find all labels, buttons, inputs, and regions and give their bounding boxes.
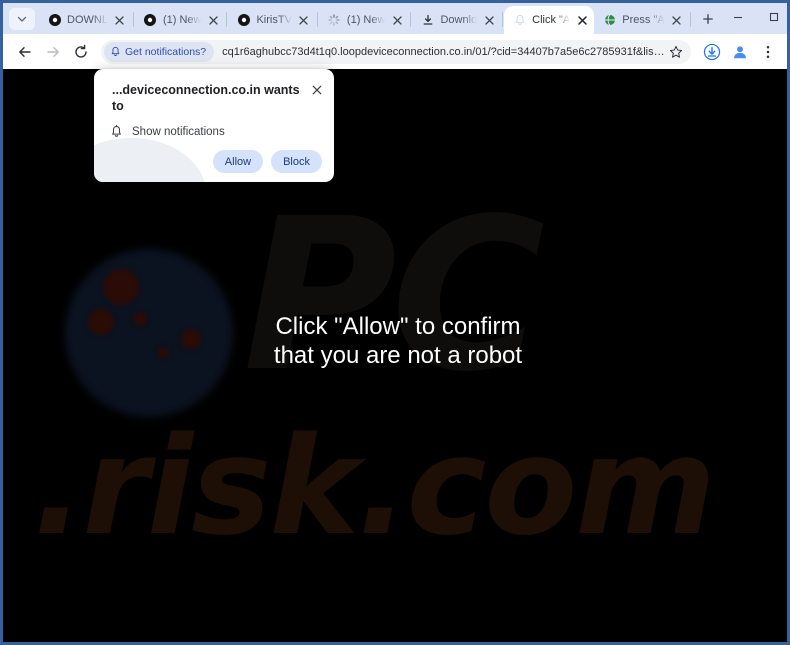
dialog-title: ...deviceconnection.co.in wants to — [112, 83, 300, 113]
three-dots-vertical-icon — [766, 45, 770, 58]
tab-separator — [226, 12, 228, 27]
close-icon — [578, 15, 587, 25]
bell-icon — [112, 125, 121, 137]
chevron-down-icon — [17, 16, 27, 22]
tab-list: DOWNL (1) New KirisTV (1) New Downlo Cli… — [39, 3, 720, 34]
get-notifications-chip[interactable]: Get notifications? — [104, 41, 215, 62]
tab-title: Downlo — [440, 13, 478, 26]
avatar-icon — [734, 45, 746, 58]
arrow-left-icon — [19, 46, 31, 57]
star-icon — [669, 45, 683, 58]
url-text[interactable]: cq1r6aghubcc73d4t1q0.loopdeviceconnectio… — [222, 46, 665, 58]
tab-close-button[interactable] — [205, 12, 221, 28]
forward-button[interactable] — [39, 38, 67, 66]
tab-item[interactable]: (1) New — [135, 6, 226, 34]
video-play-icon — [144, 14, 157, 27]
tab-close-button[interactable] — [669, 12, 685, 28]
tab-separator — [410, 12, 412, 27]
tab-close-button[interactable] — [574, 12, 590, 28]
tab-item-active[interactable]: Click "A — [504, 6, 595, 34]
close-icon — [672, 15, 681, 25]
tab-item[interactable]: Downlo — [412, 6, 501, 34]
tab-separator — [316, 12, 318, 27]
headline-line-1: Click "Allow" to confirm — [275, 313, 521, 340]
back-button[interactable] — [11, 38, 39, 66]
tab-separator — [132, 12, 134, 27]
tab-item[interactable]: DOWNL — [39, 6, 132, 34]
maximize-icon — [769, 12, 778, 22]
bell-icon — [111, 46, 120, 56]
tab-item[interactable]: (1) New — [319, 6, 410, 34]
new-tab-button[interactable] — [696, 7, 720, 31]
minimize-button[interactable] — [720, 3, 756, 31]
arrow-right-icon — [47, 46, 59, 57]
decorative-dot — [103, 269, 139, 305]
browser-menu-button[interactable] — [755, 39, 781, 65]
tab-close-button[interactable] — [481, 12, 497, 28]
notification-permission-dialog: ...deviceconnection.co.in wants to Show … — [94, 69, 334, 182]
close-icon — [312, 85, 322, 95]
close-icon — [115, 15, 125, 25]
bell-icon — [513, 14, 526, 27]
browser-window: DOWNL (1) New KirisTV (1) New Downlo Cli… — [0, 0, 790, 645]
tab-title: KirisTV — [256, 13, 292, 26]
tab-item[interactable]: KirisTV — [228, 6, 315, 34]
permission-row: Show notifications — [94, 114, 334, 138]
tab-close-button[interactable] — [112, 12, 128, 28]
video-play-icon — [237, 14, 250, 27]
address-bar[interactable]: Get notifications? cq1r6aghubcc73d4t1q0.… — [101, 39, 691, 64]
close-icon — [299, 15, 309, 25]
block-button[interactable]: Block — [271, 150, 322, 173]
close-icon — [209, 15, 218, 25]
loading-spinner-icon — [328, 14, 341, 27]
tab-search-button[interactable] — [9, 8, 35, 30]
maximize-button[interactable] — [756, 3, 787, 31]
permission-label: Show notifications — [132, 125, 225, 138]
browser-toolbar: Get notifications? cq1r6aghubcc73d4t1q0.… — [3, 34, 787, 69]
allow-button[interactable]: Allow — [212, 150, 264, 173]
download-icon — [703, 43, 721, 60]
tab-close-button[interactable] — [389, 12, 405, 28]
tab-title: DOWNL — [67, 13, 108, 26]
profile-button[interactable] — [727, 39, 753, 65]
tab-title: (1) New — [162, 13, 202, 26]
minimize-icon — [733, 16, 742, 19]
dialog-actions: Allow Block — [94, 138, 334, 173]
globe-icon — [603, 14, 616, 27]
close-icon — [393, 15, 402, 25]
tab-separator — [689, 12, 691, 27]
close-icon — [484, 15, 494, 25]
download-icon — [421, 14, 434, 27]
downloads-button[interactable] — [699, 39, 725, 65]
tab-item[interactable]: Press "A — [594, 6, 688, 34]
reload-icon — [75, 44, 87, 58]
plus-icon — [702, 14, 713, 24]
window-controls — [720, 3, 787, 34]
dialog-close-button[interactable] — [308, 81, 326, 99]
get-notifications-label: Get notifications? — [125, 45, 207, 58]
page-headline: Click "Allow" to confirm that you are no… — [3, 312, 787, 370]
tab-title: Press "A — [622, 13, 665, 26]
video-play-icon — [48, 14, 61, 27]
reload-button[interactable] — [67, 38, 95, 66]
watermark-risk-text: .risk.com — [33, 408, 716, 565]
tab-strip: DOWNL (1) New KirisTV (1) New Downlo Cli… — [3, 3, 787, 34]
headline-line-2: that you are not a robot — [273, 342, 523, 369]
dialog-header: ...deviceconnection.co.in wants to — [94, 69, 334, 114]
tab-title: Click "A — [532, 13, 571, 26]
tab-close-button[interactable] — [296, 12, 312, 28]
tab-separator — [502, 12, 504, 27]
tab-title: (1) New — [346, 13, 386, 26]
bookmark-button[interactable] — [665, 41, 687, 63]
